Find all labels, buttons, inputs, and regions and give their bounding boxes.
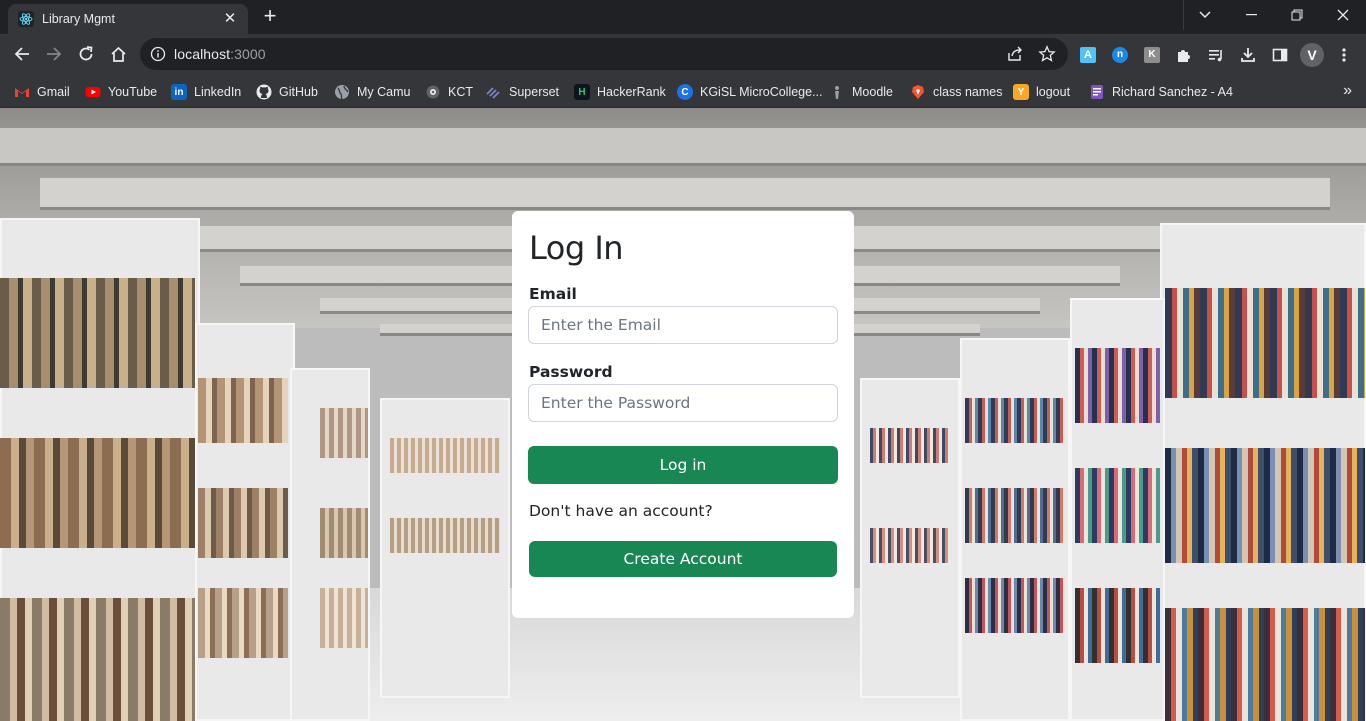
bookmark-label: YouTube <box>108 85 158 99</box>
bookmark-superset[interactable]: Superset <box>486 82 559 102</box>
url-host: localhost <box>174 46 231 62</box>
media-control-icon[interactable] <box>1206 45 1226 65</box>
bookmark-youtube[interactable]: YouTube <box>85 82 157 102</box>
kct-icon <box>426 85 440 99</box>
react-icon <box>18 11 34 27</box>
browser-toolbar: localhost:3000 A n K V <box>0 34 1366 76</box>
minimize-icon <box>1245 14 1257 16</box>
create-account-button[interactable]: Create Account <box>529 541 837 577</box>
bookmark-label: class names <box>933 85 1003 99</box>
no-account-text: Don't have an account? <box>529 502 713 520</box>
youtube-icon <box>85 87 101 97</box>
bookmark-github[interactable]: GitHub <box>256 82 318 102</box>
bookmark-gmail[interactable]: Gmail <box>14 82 70 102</box>
moodle-icon <box>835 86 839 99</box>
bookmark-label: Moodle <box>852 85 893 99</box>
bookmark-kct[interactable]: KCT <box>425 82 473 102</box>
bookmark-label: HackerRank <box>597 85 666 99</box>
side-panel-icon[interactable] <box>1270 45 1290 65</box>
download-icon[interactable] <box>1238 45 1258 65</box>
bookmark-label: My Camu <box>357 85 411 99</box>
bookmark-class-names[interactable]: class names <box>910 82 1002 102</box>
hackerrank-icon: H <box>574 84 590 100</box>
bookmark-hackerrank[interactable]: H HackerRank <box>574 82 666 102</box>
bookmark-label: KGiSL MicroCollege... <box>700 85 823 99</box>
close-icon <box>1337 9 1349 21</box>
share-icon[interactable] <box>1006 45 1024 63</box>
password-label: Password <box>529 363 613 381</box>
minimize-button[interactable] <box>1228 0 1274 30</box>
tab-close-icon[interactable]: ✕ <box>222 11 238 27</box>
bookmark-linkedin[interactable]: in LinkedIn <box>171 82 241 102</box>
forward-button[interactable] <box>39 39 69 69</box>
linkedin-icon: in <box>171 84 187 100</box>
bookmark-richard-sanchez[interactable]: Richard Sanchez - A4 <box>1089 82 1233 102</box>
profile-avatar[interactable]: V <box>1300 43 1324 67</box>
reload-button[interactable] <box>71 39 101 69</box>
bookmarks-overflow-icon[interactable]: » <box>1343 82 1352 100</box>
extension-n-icon[interactable]: n <box>1110 45 1130 65</box>
brave-icon <box>912 85 924 99</box>
bookmark-label: Gmail <box>37 85 70 99</box>
close-window-button[interactable] <box>1320 0 1366 30</box>
arrow-right-icon <box>47 47 62 61</box>
url-port: :3000 <box>230 46 266 62</box>
email-label: Email <box>529 285 577 303</box>
browser-tab[interactable]: Library Mgmt ✕ <box>8 4 248 34</box>
back-button[interactable] <box>7 39 37 69</box>
gmail-icon <box>15 88 29 97</box>
puzzle-icon[interactable] <box>1174 45 1194 65</box>
arrow-left-icon <box>14 47 29 61</box>
email-field[interactable] <box>528 306 838 344</box>
title-bar: Library Mgmt ✕ + <box>0 0 1366 34</box>
globe-icon <box>335 85 349 100</box>
password-field[interactable] <box>528 384 838 422</box>
more-menu-icon[interactable] <box>1334 45 1354 65</box>
page-title: Log In <box>529 229 624 267</box>
bookmark-my-camu[interactable]: My Camu <box>334 82 410 102</box>
tab-title: Library Mgmt <box>42 12 115 26</box>
doc-icon <box>1091 85 1103 99</box>
login-card: Log In Email Password Log in Don't have … <box>512 211 854 618</box>
tab-search-button[interactable] <box>1182 0 1228 30</box>
bookmark-label: Richard Sanchez - A4 <box>1112 85 1233 99</box>
bookmark-kgisl[interactable]: C KGiSL MicroCollege... <box>677 82 823 102</box>
bookmark-label: KCT <box>448 85 473 99</box>
extension-a-icon[interactable]: A <box>1078 45 1098 65</box>
star-icon[interactable] <box>1038 45 1056 63</box>
login-button[interactable]: Log in <box>528 446 838 484</box>
info-icon[interactable] <box>150 46 166 62</box>
url-text[interactable]: localhost:3000 <box>174 46 266 62</box>
bookmark-label: Superset <box>509 85 560 99</box>
address-bar[interactable]: localhost:3000 <box>140 38 1068 70</box>
restore-button[interactable] <box>1274 0 1320 30</box>
bookmark-label: logout <box>1036 85 1071 99</box>
github-icon <box>256 84 272 100</box>
home-button[interactable] <box>103 39 133 69</box>
chevron-down-icon <box>1199 11 1211 19</box>
extension-k-icon[interactable]: K <box>1142 45 1162 65</box>
logout-icon: Y <box>1013 84 1029 100</box>
superset-icon <box>486 87 500 99</box>
page-viewport: Log In Email Password Log in Don't have … <box>0 108 1366 721</box>
restore-icon <box>1291 9 1303 21</box>
new-tab-button[interactable]: + <box>256 4 284 30</box>
bookmark-moodle[interactable]: Moodle <box>829 82 893 102</box>
bookmark-label: GitHub <box>279 85 318 99</box>
kgisl-icon: C <box>677 84 693 100</box>
bookmarks-bar: Gmail YouTube in LinkedIn GitHub My Camu… <box>0 76 1366 108</box>
bookmark-logout[interactable]: Y logout <box>1013 82 1070 102</box>
bookmark-label: LinkedIn <box>194 85 242 99</box>
home-icon <box>110 46 126 62</box>
reload-icon <box>79 46 93 61</box>
